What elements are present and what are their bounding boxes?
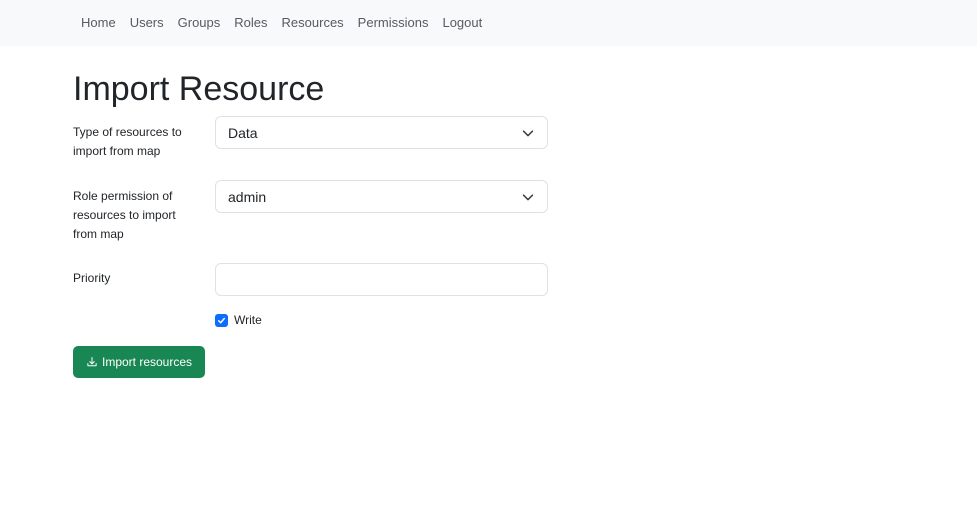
nav-groups-link[interactable]: Groups (178, 15, 221, 30)
role-select[interactable]: admin (215, 180, 548, 213)
role-label: Role permission of resources to import f… (73, 189, 176, 241)
nav-home-link[interactable]: Home (81, 15, 116, 30)
nav-permissions-link[interactable]: Permissions (358, 15, 429, 30)
role-select-value: admin (228, 189, 267, 205)
chevron-down-icon (522, 194, 534, 201)
priority-input[interactable] (215, 263, 548, 296)
page-title: Import Resource (73, 70, 325, 108)
import-resources-button[interactable]: Import resources (73, 346, 205, 378)
nav-logout-link[interactable]: Logout (442, 15, 482, 30)
type-select-value: Data (228, 125, 258, 141)
navbar: Home Users Groups Roles Resources Permis… (0, 0, 977, 46)
chevron-down-icon (522, 130, 534, 137)
priority-label: Priority (73, 271, 111, 285)
check-icon (217, 317, 226, 323)
nav-resources-link[interactable]: Resources (282, 15, 344, 30)
nav-users-link[interactable]: Users (130, 15, 164, 30)
import-resources-label: Import resources (101, 355, 193, 369)
type-select[interactable]: Data (215, 116, 548, 149)
write-checkbox[interactable] (215, 313, 228, 327)
nav-roles-link[interactable]: Roles (234, 15, 267, 30)
type-label: Type of resources to import from map (73, 125, 182, 158)
write-checkbox-row[interactable]: Write (215, 313, 262, 327)
nav-links: Home Users Groups Roles Resources Permis… (81, 15, 496, 30)
download-icon (87, 357, 97, 367)
write-checkbox-label: Write (234, 313, 262, 327)
